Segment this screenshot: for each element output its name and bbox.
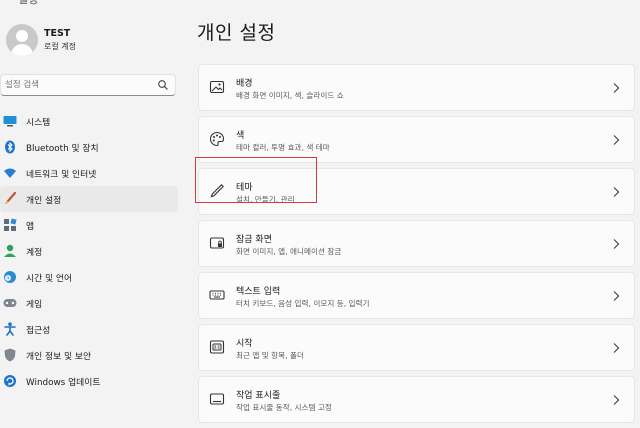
card-title: 배경 <box>236 79 253 89</box>
sidebar-item-apps[interactable]: 앱 <box>0 212 178 238</box>
card-taskbar[interactable]: 작업 표시줄 작업 표시줄 동작, 시스템 고정 <box>198 376 635 423</box>
avatar <box>6 24 38 56</box>
card-subtitle: 터치 키보드, 음성 입력, 이모지 등, 입력기 <box>236 299 370 308</box>
sidebar-item-time-language[interactable]: 시간 및 언어 <box>0 264 178 290</box>
palette-icon <box>209 131 225 147</box>
card-title: 작업 표시줄 <box>236 391 281 401</box>
card-title: 테마 <box>236 183 253 193</box>
card-subtitle: 작업 표시줄 동작, 시스템 고정 <box>236 403 332 412</box>
search-box[interactable] <box>0 74 176 96</box>
sidebar: TEST 로컬 계정 시스템 Bluetooth 및 장치 네트워크 및 인터넷 <box>0 0 188 402</box>
sidebar-item-windows-update[interactable]: Windows 업데이트 <box>0 368 178 394</box>
taskbar-icon <box>209 393 225 405</box>
card-background[interactable]: 배경 배경 화면 이미지, 색, 슬라이드 쇼 <box>198 64 635 111</box>
card-subtitle: 테마 컬러, 투명 효과, 색 테마 <box>236 143 330 152</box>
apps-icon <box>2 217 18 233</box>
card-subtitle: 배경 화면 이미지, 색, 슬라이드 쇼 <box>236 91 344 100</box>
search-icon[interactable] <box>157 79 169 91</box>
sidebar-item-privacy[interactable]: 개인 정보 및 보안 <box>0 342 178 368</box>
chevron-right-icon <box>613 187 620 197</box>
card-themes[interactable]: 테마 설치, 만들기, 관리 <box>198 168 635 215</box>
user-profile[interactable]: TEST 로컬 계정 <box>6 22 186 58</box>
monitor-icon <box>2 113 18 129</box>
chevron-right-icon <box>613 291 620 301</box>
search-input[interactable] <box>5 78 155 92</box>
bluetooth-icon <box>2 139 18 155</box>
update-icon <box>2 373 18 389</box>
card-subtitle: 최근 앱 및 항목, 폴더 <box>236 351 304 360</box>
card-title: 색 <box>236 131 245 141</box>
sidebar-nav: 시스템 Bluetooth 및 장치 네트워크 및 인터넷 개인 설정 앱 계정… <box>0 108 180 394</box>
card-lock-screen[interactable]: 잠금 화면 화면 이미지, 앱, 애니메이션 잠금 <box>198 220 635 267</box>
pen-icon <box>210 184 224 198</box>
profile-account-type: 로컬 계정 <box>44 42 76 51</box>
page-title: 개인 설정 <box>197 22 276 44</box>
settings-card-list: 배경 배경 화면 이미지, 색, 슬라이드 쇼 색 테마 컬러, 투명 효과, … <box>198 64 635 428</box>
image-icon <box>209 80 225 94</box>
account-icon <box>2 243 18 259</box>
sidebar-item-gaming[interactable]: 게임 <box>0 290 178 316</box>
card-subtitle: 화면 이미지, 앱, 애니메이션 잠금 <box>236 247 342 256</box>
card-title: 시작 <box>236 339 253 349</box>
sidebar-item-accounts[interactable]: 계정 <box>0 238 178 264</box>
card-subtitle: 설치, 만들기, 관리 <box>236 195 295 204</box>
gamepad-icon <box>2 295 18 311</box>
wifi-icon <box>2 165 18 181</box>
chevron-right-icon <box>613 395 620 405</box>
shield-icon <box>2 347 18 363</box>
card-title: 잠금 화면 <box>236 235 272 245</box>
lock-screen-icon <box>209 237 225 249</box>
chevron-right-icon <box>613 239 620 249</box>
profile-name: TEST <box>44 28 71 39</box>
sidebar-item-personalization[interactable]: 개인 설정 <box>0 186 178 212</box>
globe-clock-icon <box>2 269 18 285</box>
keyboard-icon <box>209 290 225 300</box>
card-title: 텍스트 입력 <box>236 287 281 297</box>
chevron-right-icon <box>613 83 620 93</box>
card-text-input[interactable]: 텍스트 입력 터치 키보드, 음성 입력, 이모지 등, 입력기 <box>198 272 635 319</box>
sidebar-item-bluetooth[interactable]: Bluetooth 및 장치 <box>0 134 178 160</box>
accessibility-icon <box>2 321 18 337</box>
chevron-right-icon <box>613 343 620 353</box>
brush-icon <box>2 191 18 207</box>
sidebar-item-network[interactable]: 네트워크 및 인터넷 <box>0 160 178 186</box>
card-start[interactable]: 시작 최근 앱 및 항목, 폴더 <box>198 324 635 371</box>
card-colors[interactable]: 색 테마 컬러, 투명 효과, 색 테마 <box>198 116 635 163</box>
chevron-right-icon <box>613 135 620 145</box>
start-icon <box>209 340 225 354</box>
sidebar-item-accessibility[interactable]: 접근성 <box>0 316 178 342</box>
sidebar-item-system[interactable]: 시스템 <box>0 108 178 134</box>
